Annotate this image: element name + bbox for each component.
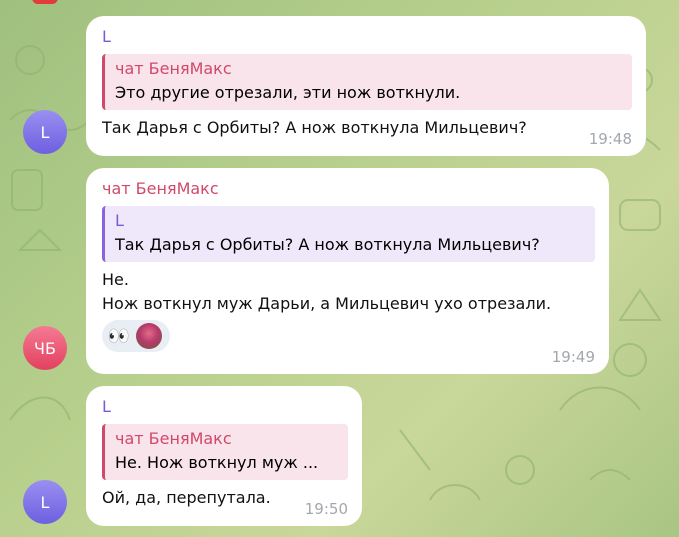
sender-name[interactable]: чат БеняМакс xyxy=(102,178,595,200)
message-time: 19:50 xyxy=(304,500,348,518)
avatar[interactable]: L xyxy=(23,480,67,524)
message-time: 19:48 xyxy=(588,130,632,148)
reaction-user-avatar xyxy=(136,323,162,349)
avatar-initials: L xyxy=(40,122,50,142)
quote-sender: L xyxy=(115,211,124,230)
message-text-line: Нож воткнул муж Дарьи, а Мильцевич ухо о… xyxy=(102,294,552,313)
avatar-initials: ЧБ xyxy=(34,338,56,358)
sender-name[interactable]: L xyxy=(102,396,348,418)
reply-quote[interactable]: чат БеняМакс Это другие отрезали, эти но… xyxy=(102,54,632,110)
reply-quote[interactable]: чат БеняМакс Не. Нож воткнул муж ... xyxy=(102,424,348,480)
message-time: 19:49 xyxy=(551,348,595,366)
reply-quote[interactable]: L Так Дарья с Орбиты? А нож воткнула Мил… xyxy=(102,206,595,262)
message-bubble[interactable]: чат БеняМакс L Так Дарья с Орбиты? А нож… xyxy=(86,168,609,374)
quote-text: Это другие отрезали, эти нож воткнули. xyxy=(115,83,461,102)
top-clipped-badge xyxy=(32,0,58,4)
message-text: Так Дарья с Орбиты? А нож воткнула Мильц… xyxy=(102,118,527,137)
avatar[interactable]: L xyxy=(23,110,67,154)
message-bubble[interactable]: L чат БеняМакс Это другие отрезали, эти … xyxy=(86,16,646,156)
quote-sender: чат БеняМакс xyxy=(115,59,232,78)
eyes-emoji-icon: 👀 xyxy=(107,325,131,347)
reaction-chip[interactable]: 👀 xyxy=(102,320,170,352)
sender-name[interactable]: L xyxy=(102,26,632,48)
quote-text: Так Дарья с Орбиты? А нож воткнула Мильц… xyxy=(115,235,540,254)
message-bubble[interactable]: L чат БеняМакс Не. Нож воткнул муж ... О… xyxy=(86,386,362,526)
quote-sender: чат БеняМакс xyxy=(115,429,232,448)
quote-text: Не. Нож воткнул муж ... xyxy=(115,453,319,472)
avatar-initials: L xyxy=(40,492,50,512)
avatar[interactable]: ЧБ xyxy=(23,326,67,370)
message-text-line: Не. xyxy=(102,270,129,289)
